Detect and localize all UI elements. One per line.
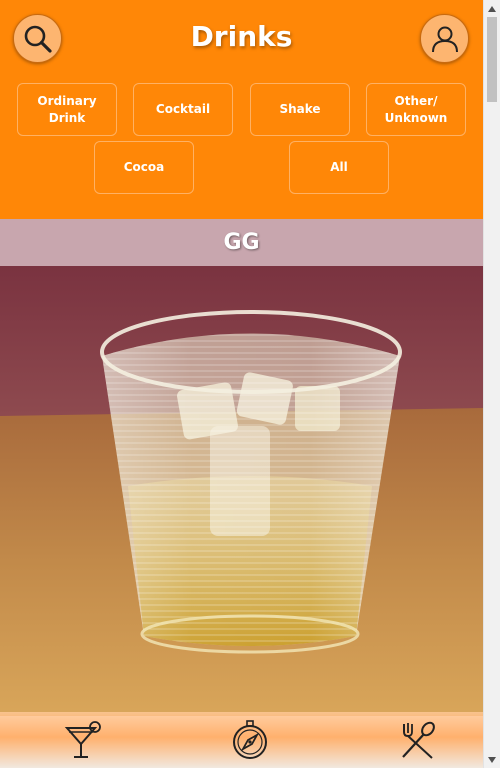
cocktail-glass-icon	[64, 721, 101, 758]
drink-name: GG	[223, 230, 260, 255]
scroll-thumb[interactable]	[487, 17, 497, 102]
bottom-navigation	[0, 712, 483, 768]
triangle-down-icon	[488, 756, 496, 763]
category-cocktail[interactable]: Cocktail	[133, 83, 233, 136]
scroll-down-arrow[interactable]	[484, 751, 500, 768]
category-cocoa[interactable]: Cocoa	[94, 141, 194, 194]
fork-spoon-icon	[402, 721, 435, 759]
nav-food[interactable]	[394, 716, 442, 764]
category-shake[interactable]: Shake	[250, 83, 350, 136]
page-title: Drinks	[190, 20, 293, 53]
user-icon	[431, 26, 458, 52]
nav-drinks[interactable]	[59, 716, 107, 764]
vertical-scrollbar[interactable]	[483, 0, 500, 768]
app-page: Drinks Ordinary Drink Cocktail Shake Oth…	[0, 0, 500, 768]
triangle-up-icon	[488, 5, 496, 12]
header: Drinks Ordinary Drink Cocktail Shake Oth…	[0, 0, 483, 219]
category-all[interactable]: All	[289, 141, 389, 194]
category-other-unknown[interactable]: Other/ Unknown	[366, 83, 466, 136]
drink-card-title-bar[interactable]: GG	[0, 219, 483, 266]
drink-photo-illustration	[0, 266, 483, 716]
compass-icon	[233, 720, 267, 759]
drink-photo[interactable]	[0, 266, 483, 716]
category-ordinary-drink[interactable]: Ordinary Drink	[17, 83, 117, 136]
scroll-up-arrow[interactable]	[484, 0, 500, 17]
profile-button[interactable]	[420, 14, 469, 63]
nav-explore[interactable]	[226, 716, 274, 764]
main-content: Drinks Ordinary Drink Cocktail Shake Oth…	[0, 0, 483, 768]
